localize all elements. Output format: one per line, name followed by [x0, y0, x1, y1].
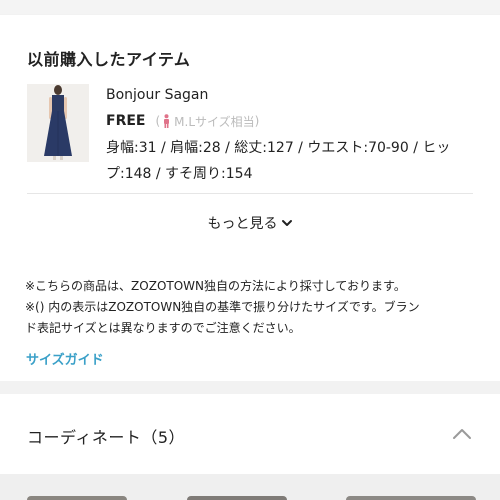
coordinate-title: コーディネート（5）	[27, 428, 186, 447]
show-more-label: もっと見る	[207, 216, 278, 232]
size-equivalent: M.Lサイズ相当	[174, 114, 255, 129]
size-guide-link[interactable]: サイズガイド	[26, 349, 104, 368]
size-equivalent-hint: ( M.Lサイズ相当 )	[155, 113, 259, 130]
note-line: ド表記サイズとは異なりますのでご注意ください。	[25, 321, 301, 335]
item-size: FREE	[106, 113, 146, 129]
paren-close: )	[254, 114, 260, 128]
coordinate-thumbnail[interactable]	[187, 496, 287, 500]
note-line: ※こちらの商品は、ZOZOTOWN独自の方法により採寸しております。	[25, 279, 406, 293]
item-measurements: 身幅:31 / 肩幅:28 / 総丈:127 / ウエスト:70-90 / ヒッ…	[106, 140, 451, 182]
measurement-notes: ※こちらの商品は、ZOZOTOWN独自の方法により採寸しております。 ※() 内…	[25, 276, 480, 339]
chevron-down-icon	[281, 220, 292, 226]
divider	[27, 193, 473, 194]
person-icon	[164, 114, 170, 128]
page: 以前購入したアイテム Bonjour Sagan FREE (M.Lサイズ相当…	[0, 0, 500, 500]
purchased-items-title: 以前購入したアイテム	[27, 50, 191, 69]
paren-open: (	[155, 114, 161, 128]
coordinate-thumbnail[interactable]	[346, 496, 476, 500]
top-strip	[0, 0, 500, 14]
note-line: ※() 内の表示はZOZOTOWN独自の基準で振り分けたサイズです。ブラン	[25, 300, 420, 314]
purchased-item[interactable]: Bonjour Sagan FREE ( M.Lサイズ相当 ) 身幅:31 / …	[27, 84, 477, 184]
chevron-up-icon[interactable]	[452, 427, 472, 441]
dress-image	[27, 84, 89, 162]
item-brand: Bonjour Sagan	[106, 87, 209, 103]
coordinate-thumbnail[interactable]	[27, 496, 127, 500]
item-thumbnail[interactable]	[27, 84, 89, 162]
item-size-line: FREE ( M.Lサイズ相当 )	[106, 111, 259, 131]
show-more-button[interactable]: もっと見る	[190, 210, 310, 236]
